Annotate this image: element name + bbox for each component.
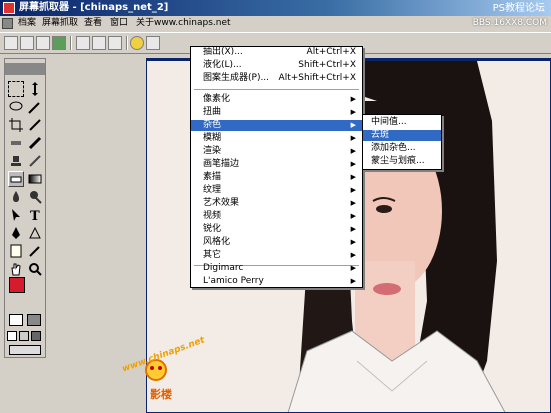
shape-tool-icon[interactable] [27, 225, 43, 241]
noise-submenu: 中间值... 去斑 添加杂色... 蒙尘与划痕... [362, 114, 442, 170]
menu-item-pattern-maker[interactable]: 图案生成器(P)... Alt+Shift+Ctrl+X [191, 73, 362, 84]
quickmask-mode-icon[interactable] [27, 314, 41, 326]
menu-separator [194, 89, 359, 90]
pen-tool-icon[interactable] [8, 225, 24, 241]
screen-mode-standard-icon[interactable] [7, 331, 17, 341]
toolbox: T [4, 58, 46, 358]
submenu-arrow-icon: ▶ [350, 95, 356, 103]
crop-tool-icon[interactable] [8, 117, 24, 133]
menu-item-render[interactable]: 渲染 ▶ [191, 146, 362, 157]
menu-item-texture[interactable]: 纹理 ▶ [191, 185, 362, 196]
toolbar-separator [126, 36, 128, 50]
fullscreen-capture-icon[interactable] [108, 36, 122, 50]
gradient-tool-icon[interactable] [27, 171, 43, 187]
magic-wand-icon[interactable] [27, 99, 43, 115]
marquee-tool-icon[interactable] [8, 81, 24, 97]
submenu-item-median[interactable]: 中间值... [363, 117, 441, 128]
menu-bar: 档案 屏幕抓取 查看 窗口 关于www.chinaps.net BBS.16XX… [0, 16, 551, 31]
submenu-item-despeckle[interactable]: 去斑 [363, 130, 441, 141]
path-selection-icon[interactable] [8, 207, 24, 223]
copy-icon[interactable] [36, 36, 50, 50]
submenu-arrow-icon: ▶ [350, 264, 356, 272]
menu-about[interactable]: 关于www.chinaps.net [136, 16, 231, 31]
submenu-arrow-icon: ▶ [350, 121, 356, 129]
menu-item-pixelate[interactable]: 像素化 ▶ [191, 94, 362, 105]
system-menu-icon[interactable] [2, 18, 13, 29]
submenu-arrow-icon: ▶ [350, 108, 356, 116]
logo-text-studio: 影楼 [150, 388, 172, 401]
menu-window[interactable]: 窗口 [110, 16, 128, 31]
standard-mode-icon[interactable] [9, 314, 23, 326]
submenu-arrow-icon: ▶ [350, 277, 356, 285]
foreground-color-swatch[interactable] [9, 277, 25, 293]
submenu-arrow-icon: ▶ [350, 160, 356, 168]
menu-item-liquify[interactable]: 液化(L)... Shift+Ctrl+X [191, 60, 362, 71]
menu-item-other[interactable]: 其它 ▶ [191, 250, 362, 261]
submenu-arrow-icon: ▶ [350, 238, 356, 246]
submenu-arrow-icon: ▶ [350, 134, 356, 142]
toolbox-header[interactable] [5, 63, 45, 75]
watermark-url: BBS.16XX8.COM [472, 18, 547, 28]
menu-item-video[interactable]: 视频 ▶ [191, 211, 362, 222]
menu-file[interactable]: 档案 [18, 16, 36, 31]
chinaps-logo: www.chinaps.net 影楼 [120, 335, 206, 410]
submenu-arrow-icon: ▶ [350, 186, 356, 194]
healing-brush-icon[interactable] [8, 135, 24, 151]
image-icon[interactable] [52, 36, 66, 50]
move-tool-icon[interactable] [27, 81, 43, 97]
type-tool-icon[interactable]: T [27, 207, 43, 224]
eyedropper-icon[interactable] [27, 243, 43, 259]
menu-item-blur[interactable]: 模糊 ▶ [191, 133, 362, 144]
menu-item-distort[interactable]: 扭曲 ▶ [191, 107, 362, 118]
menu-item-lamico-perry[interactable]: L'amico Perry ▶ [191, 276, 362, 287]
submenu-arrow-icon: ▶ [350, 199, 356, 207]
screen-mode-full-menu-icon[interactable] [19, 331, 29, 341]
print-icon[interactable] [20, 36, 34, 50]
menu-item-noise[interactable]: 杂色 ▶ [191, 120, 362, 131]
slice-tool-icon[interactable] [27, 117, 43, 133]
app-icon [3, 2, 15, 14]
screen-mode-full-icon[interactable] [31, 331, 41, 341]
submenu-arrow-icon: ▶ [350, 212, 356, 220]
brush-tool-icon[interactable] [27, 135, 43, 151]
menu-item-digimarc[interactable]: Digimarc ▶ [191, 263, 362, 274]
filter-menu: 抽出(X)... Alt+Ctrl+X 液化(L)... Shift+Ctrl+X … [190, 46, 363, 288]
dodge-tool-icon[interactable] [27, 189, 43, 205]
submenu-arrow-icon: ▶ [350, 147, 356, 155]
title-bar: 屏幕抓取器 - [chinaps_net_2] PS教程论坛 [0, 0, 551, 16]
menu-view[interactable]: 查看 [84, 16, 102, 31]
watermark-text: PS教程论坛 [492, 3, 545, 14]
window-title: 屏幕抓取器 - [chinaps_net_2] [19, 2, 169, 13]
clone-stamp-icon[interactable] [8, 153, 24, 169]
submenu-item-add-noise[interactable]: 添加杂色... [363, 143, 441, 154]
menu-item-extract[interactable]: 抽出(X)... Alt+Ctrl+X [191, 47, 362, 58]
region-capture-icon[interactable] [92, 36, 106, 50]
blur-tool-icon[interactable] [8, 189, 24, 205]
toolbar-separator [70, 36, 72, 50]
window-capture-icon[interactable] [76, 36, 90, 50]
menu-item-sketch[interactable]: 素描 ▶ [191, 172, 362, 183]
lasso-tool-icon[interactable] [8, 99, 24, 115]
history-brush-icon[interactable] [27, 153, 43, 169]
menu-item-brush-strokes[interactable]: 画笔描边 ▶ [191, 159, 362, 170]
menu-item-stylize[interactable]: 风格化 ▶ [191, 237, 362, 248]
menu-capture[interactable]: 屏幕抓取 [42, 16, 78, 31]
hand-tool-icon[interactable] [8, 261, 24, 277]
save-icon[interactable] [4, 36, 18, 50]
settings-icon[interactable] [146, 36, 160, 50]
submenu-item-dust-scratches[interactable]: 蒙尘与划痕... [363, 156, 441, 167]
notes-tool-icon[interactable] [8, 243, 24, 259]
submenu-arrow-icon: ▶ [350, 173, 356, 181]
menu-item-artistic[interactable]: 艺术效果 ▶ [191, 198, 362, 209]
submenu-arrow-icon: ▶ [350, 225, 356, 233]
eraser-tool-icon[interactable] [8, 171, 24, 187]
svg-text:T: T [30, 209, 40, 223]
menu-item-sharpen[interactable]: 锐化 ▶ [191, 224, 362, 235]
jump-to-imageready-icon[interactable] [9, 345, 41, 355]
submenu-arrow-icon: ▶ [350, 251, 356, 259]
zoom-tool-icon[interactable] [27, 261, 43, 277]
timer-icon[interactable] [130, 36, 144, 50]
